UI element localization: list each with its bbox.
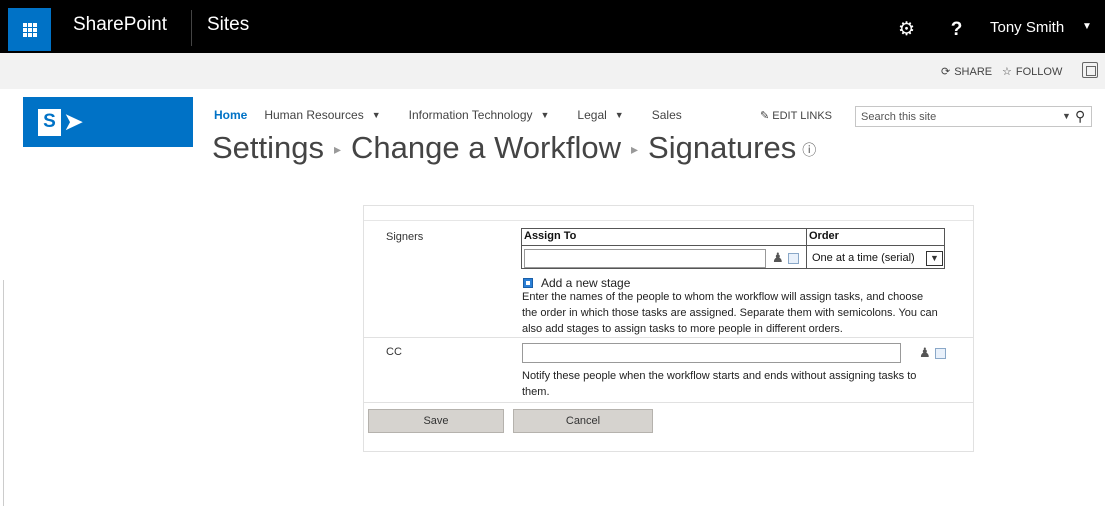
app-launcher-icon[interactable] [8,8,51,51]
cc-help-text: Notify these people when the workflow st… [522,368,916,400]
focus-mode-icon[interactable] [1082,62,1098,78]
address-book-icon[interactable] [788,253,799,264]
pencil-icon: ✎ [760,110,770,122]
follow-button[interactable]: ☆ FOLLOW [1002,65,1063,79]
table-divider [806,229,807,268]
assign-to-header: Assign To [524,230,577,242]
check-names-icon[interactable]: ♟ [772,250,784,266]
search-box: ▼ ⚲ [855,106,1092,127]
share-label: SHARE [954,65,993,78]
share-button[interactable]: ⟳ SHARE [941,65,993,79]
row-divider [364,337,973,338]
nav-human-resources[interactable]: Human Resources [264,108,363,122]
address-book-icon[interactable] [935,348,946,359]
chevron-down-icon[interactable]: ▼ [926,251,943,266]
signers-help-line: Enter the names of the people to whom th… [522,291,924,303]
breadcrumb-separator-icon: ▸ [631,141,639,158]
sites-link[interactable]: Sites [207,14,249,36]
form-top-band [364,206,973,221]
breadcrumb-change-workflow[interactable]: Change a Workflow [351,130,621,165]
signers-table: Assign To Order ♟ One at a time (serial)… [521,228,945,269]
assign-to-input[interactable] [524,249,766,268]
check-names-icon[interactable]: ♟ [919,345,931,361]
chevron-down-icon[interactable]: ▼ [1082,21,1092,32]
chevron-down-icon[interactable]: ▼ [615,110,624,120]
site-logo[interactable]: S ➤ [23,97,193,147]
star-icon: ☆ [1002,66,1012,78]
breadcrumb-signatures: Signatures [648,130,797,165]
cc-label: CC [386,346,402,358]
nav-sales[interactable]: Sales [652,108,682,122]
user-menu[interactable]: Tony Smith [990,19,1064,36]
workflow-signatures-form: Signers Assign To Order ♟ One at a time … [363,205,974,452]
search-icon[interactable]: ⚲ [1075,108,1085,125]
cc-help-line: Notify these people when the workflow st… [522,370,917,382]
suite-divider [191,10,192,46]
chevron-down-icon[interactable]: ▼ [1062,111,1071,121]
signers-help-line: the order in which those tasks are assig… [522,307,938,319]
edit-links-button[interactable]: ✎ EDIT LINKS [760,109,832,122]
chevron-down-icon[interactable]: ▼ [372,110,381,120]
logo-arrow-icon: ➤ [63,108,84,136]
cc-help-line: them. [522,386,550,398]
gear-icon[interactable]: ⚙ [885,8,928,51]
share-icon: ⟳ [941,66,951,78]
cancel-button[interactable]: Cancel [513,409,653,433]
add-stage-icon [523,278,533,288]
ribbon-bar: ⟳ SHARE ☆ FOLLOW [0,53,1105,89]
sharepoint-logo-icon: S [38,108,61,136]
breadcrumb-separator-icon: ▸ [334,141,342,158]
nav-legal[interactable]: Legal [577,108,606,122]
add-stage-link[interactable]: Add a new stage [523,276,630,290]
suite-bar: SharePoint Sites ⚙ ? Tony Smith ▼ [0,0,1105,53]
add-stage-label: Add a new stage [541,276,631,290]
order-select[interactable]: One at a time (serial) [809,249,944,268]
nav-home[interactable]: Home [214,108,247,122]
table-divider [522,245,944,246]
search-input[interactable] [856,107,1046,126]
breadcrumb-settings[interactable]: Settings [212,130,324,165]
follow-label: FOLLOW [1015,65,1063,78]
nav-information-technology[interactable]: Information Technology [409,108,533,122]
edit-links-label: EDIT LINKS [772,110,832,122]
signers-help-line: also add stages to assign tasks to more … [522,323,843,335]
left-divider [3,280,4,506]
row-divider [364,402,973,403]
signers-help-text: Enter the names of the people to whom th… [522,289,938,337]
top-navigation: Home Human Resources ▼ Information Techn… [214,108,690,122]
chevron-down-icon[interactable]: ▼ [541,110,550,120]
order-header: Order [809,230,839,242]
sharepoint-brand-link[interactable]: SharePoint [73,14,167,36]
signers-label: Signers [386,231,424,243]
info-icon[interactable]: ⓘ [802,142,816,158]
help-icon[interactable]: ? [935,8,978,51]
page-title: Settings ▸ Change a Workflow ▸ Signatures ⓘ [212,130,816,166]
cc-input[interactable] [522,343,901,363]
save-button[interactable]: Save [368,409,504,433]
